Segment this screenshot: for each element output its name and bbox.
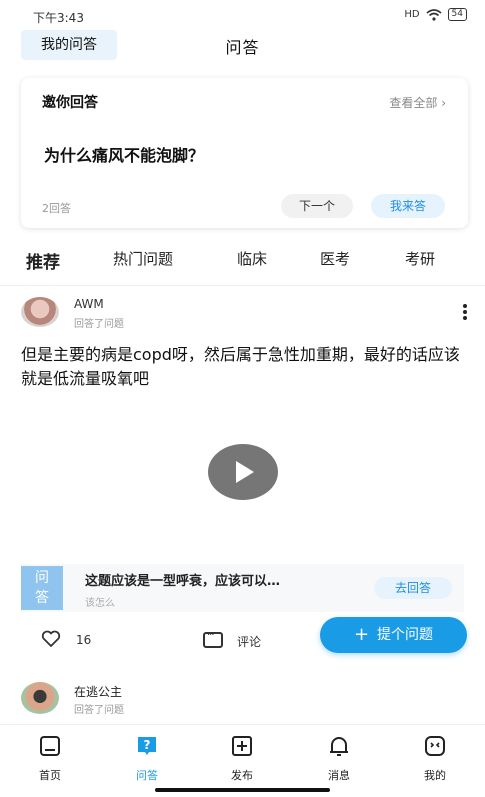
svg-text:?: ? [144,738,151,752]
nav-label-home: 首页 [39,769,61,782]
heart-icon[interactable] [41,630,61,648]
related-question-sub: 该怎么 [85,598,115,609]
status-icons: HD 54 [404,8,467,21]
tab-hot-questions[interactable]: 热门问题 [113,248,173,269]
invite-card: 邀你回答 查看全部 › 为什么痛风不能泡脚？ 2回答 下一个 我来答 [21,78,468,228]
nav-item-home[interactable]: 首页 [20,735,80,783]
qa-badge-line2: 答 [35,590,49,606]
page-title: 问答 [225,38,260,57]
tab-postgrad-exam[interactable]: 考研 [405,248,435,269]
tabs-divider [0,285,485,286]
qa-badge-icon: 问 答 [21,566,63,610]
avatar[interactable] [21,682,59,714]
nav-label-messages: 消息 [328,769,350,782]
bell-icon [330,737,348,756]
qa-icon: ? [138,737,156,755]
answer-now-button[interactable]: 我来答 [371,194,445,218]
tab-clinical[interactable]: 临床 [237,248,267,269]
nav-label-qa: 问答 [136,769,158,782]
header: 我的问答 问答 [0,28,485,68]
profile-icon [425,736,445,756]
status-bar: 下午3:43 HD 54 [0,0,485,30]
post-subtitle: 回答了问题 [74,319,124,330]
play-icon[interactable] [208,444,278,500]
comment-icon[interactable] [203,630,223,648]
post-username[interactable]: AWM [74,297,104,311]
nav-item-publish[interactable]: 发布 [212,735,272,783]
invite-title: 邀你回答 [42,95,98,111]
publish-icon [232,736,252,756]
post2-subtitle: 回答了问题 [74,705,124,716]
nav-item-profile[interactable]: 我的 [405,735,465,783]
battery-icon: 54 [447,8,467,21]
related-question-card[interactable]: 问 答 这题应该是一型呼衰，应该可以… 该怎么 去回答 [21,564,464,612]
ask-question-button[interactable]: + 提个问题 [320,617,467,653]
go-answer-button[interactable]: 去回答 [374,577,452,599]
comment-label[interactable]: 评论 [237,633,261,650]
bottom-nav: 首页 ? 问答 发布 消息 我的 [0,724,485,797]
post2-username[interactable]: 在逃公主 [74,683,122,700]
nav-item-qa[interactable]: ? 问答 [117,735,177,783]
answer-count: 2回答 [42,202,71,215]
invite-question[interactable]: 为什么痛风不能泡脚？ [44,142,204,166]
ask-question-label: 提个问题 [377,627,434,643]
status-time: 下午3:43 [33,11,84,25]
post-text[interactable]: 但是主要的病是copd呀，然后属于急性加重期，最好的话应该就是低流量吸氧吧 [21,343,471,391]
next-button[interactable]: 下一个 [281,194,353,218]
tab-medical-exam[interactable]: 医考 [320,248,350,269]
category-tabs: 推荐 热门问题 临床 医考 考研 [0,248,485,280]
like-count: 16 [76,633,92,647]
qa-badge-line1: 问 [35,570,49,586]
related-question-text: 这题应该是一型呼衰，应该可以… [85,574,281,589]
view-all-link[interactable]: 查看全部 › [389,94,446,111]
signal-icon: HD [404,9,420,20]
nav-label-publish: 发布 [231,769,253,782]
wifi-icon [426,8,442,21]
nav-label-profile: 我的 [424,769,446,782]
avatar[interactable] [21,297,59,327]
plus-icon: + [353,624,370,645]
home-icon [40,736,60,756]
nav-item-messages[interactable]: 消息 [309,735,369,783]
tab-recommended[interactable]: 推荐 [26,248,60,273]
home-indicator[interactable] [155,788,330,792]
more-options-icon[interactable] [461,304,469,320]
